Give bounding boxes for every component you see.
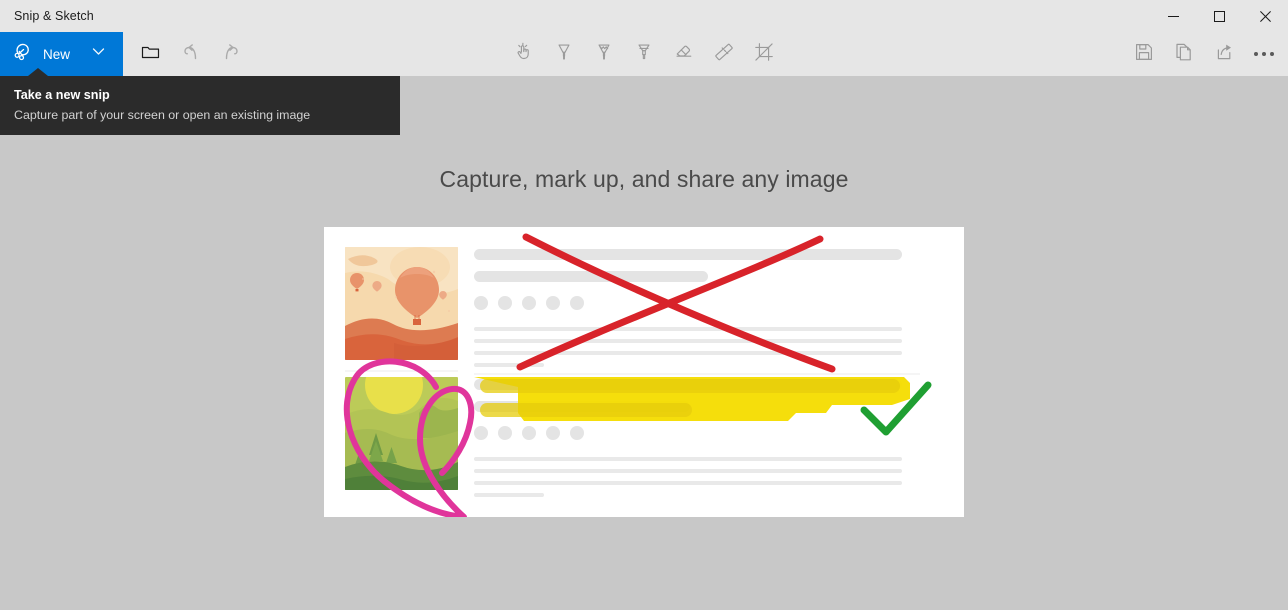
pen-icon (553, 41, 575, 68)
tooltip-subtitle: Capture part of your screen or open an e… (14, 108, 311, 122)
tooltip-arrow (28, 68, 48, 76)
copy-button[interactable] (1164, 32, 1204, 76)
title-bar: Snip & Sketch (0, 0, 1288, 32)
eraser-icon (673, 41, 695, 68)
ruler-icon (713, 41, 735, 68)
hand-pointer-icon (513, 41, 535, 68)
save-button[interactable] (1124, 32, 1164, 76)
save-floppy-icon (1134, 42, 1154, 67)
placeholder-bar (474, 249, 902, 260)
ballpoint-pen-tool[interactable] (544, 32, 584, 76)
ellipsis-icon (1254, 52, 1274, 56)
eraser-tool[interactable] (664, 32, 704, 76)
canvas-area: Capture, mark up, and share any image (0, 76, 1288, 610)
page-title: Capture, mark up, and share any image (439, 166, 849, 192)
highlighter-icon (633, 41, 655, 68)
close-button[interactable] (1242, 0, 1288, 32)
ink-tools-group (0, 32, 1288, 76)
ruler-tool[interactable] (704, 32, 744, 76)
markup-sample-illustration (324, 227, 964, 517)
command-bar: New (0, 32, 1288, 76)
placeholder-bar (474, 271, 708, 282)
window-controls (1150, 0, 1288, 32)
share-button[interactable] (1204, 32, 1244, 76)
desert-balloon-thumbnail (345, 247, 458, 360)
share-arrow-icon (1214, 42, 1234, 67)
copy-pages-icon (1174, 42, 1194, 67)
minimize-button[interactable] (1150, 0, 1196, 32)
app-title: Snip & Sketch (14, 9, 94, 23)
maximize-button[interactable] (1196, 0, 1242, 32)
tooltip-title: Take a new snip (14, 88, 110, 102)
pencil-icon (593, 41, 615, 68)
highlighter-tool[interactable] (624, 32, 664, 76)
snip-and-sketch-window: Snip & Sketch New Take a new snip Captur… (0, 0, 1288, 610)
crop-tool[interactable] (744, 32, 784, 76)
crop-icon (753, 41, 775, 68)
new-snip-tooltip: Take a new snip Capture part of your scr… (0, 68, 400, 135)
more-button[interactable] (1244, 32, 1284, 76)
touch-writing-tool[interactable] (504, 32, 544, 76)
pencil-tool[interactable] (584, 32, 624, 76)
command-bar-right-group (1124, 32, 1284, 76)
